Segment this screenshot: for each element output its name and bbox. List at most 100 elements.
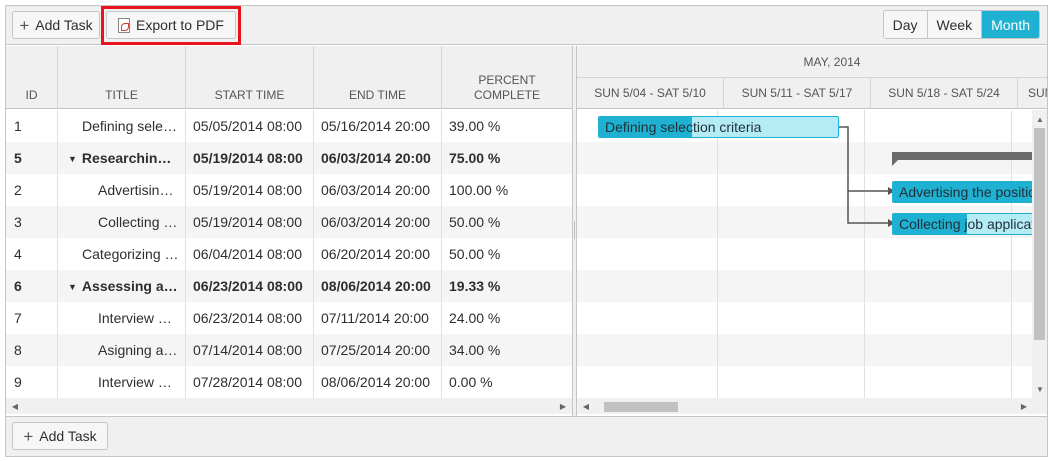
scroll-thumb[interactable] xyxy=(1034,128,1045,340)
task-grid: ID TITLE START TIME END TIME PERCENT COM… xyxy=(6,46,572,416)
grid-horizontal-scrollbar[interactable]: ◀ ▶ xyxy=(6,398,572,414)
scroll-up-arrow-icon[interactable]: ▲ xyxy=(1033,111,1047,127)
cell-title: Asigning a technical test xyxy=(58,334,186,366)
plus-icon: + xyxy=(23,426,34,446)
top-toolbar: + Add Task Export to PDF Day Week Month xyxy=(6,6,1047,45)
cell-title-text: Assessing applicants xyxy=(81,278,186,294)
scroll-thumb[interactable] xyxy=(604,402,678,412)
add-task-button[interactable]: + Add Task xyxy=(12,11,100,39)
summary-bar[interactable] xyxy=(892,152,1032,166)
cell-title: Advertising the position xyxy=(58,174,186,206)
cell-percent-complete: 100.00 % xyxy=(449,182,509,198)
view-week-button[interactable]: Week xyxy=(926,11,982,38)
cell-id: 8 xyxy=(6,334,58,366)
grid-body: 1 Defining selection criteria05/05/2014 0… xyxy=(6,110,572,398)
header-id[interactable]: ID xyxy=(6,46,58,109)
cell-title: ▼Researching talent pool xyxy=(58,142,186,174)
table-row[interactable]: 7 Interview with candidates06/23/2014 08:… xyxy=(6,302,572,334)
table-row[interactable]: 8 Asigning a technical test07/14/2014 08:… xyxy=(6,334,572,366)
week-header: SUN 5/11 - SAT 5/17 xyxy=(724,78,871,109)
cell-end-time: 07/11/2014 20:00 xyxy=(314,302,442,334)
view-month-button[interactable]: Month xyxy=(981,11,1039,38)
cell-end-time: 08/06/2014 20:00 xyxy=(314,270,442,302)
cell-end-time: 06/20/2014 20:00 xyxy=(314,238,442,270)
view-switcher: Day Week Month xyxy=(882,10,1040,39)
cell-title-text: Defining selection criteria xyxy=(82,118,185,134)
cell-id: 6 xyxy=(6,270,58,302)
view-day-button[interactable]: Day xyxy=(883,11,927,38)
cell-id: 3 xyxy=(6,206,58,238)
header-percent-complete[interactable]: PERCENT COMPLETE xyxy=(442,46,572,109)
scroll-right-arrow-icon[interactable]: ▶ xyxy=(1017,398,1031,414)
cell-percent-complete: 34.00 % xyxy=(449,342,501,358)
bottom-toolbar: + Add Task xyxy=(6,416,1047,456)
collapse-caret-icon[interactable]: ▼ xyxy=(68,143,77,174)
cell-percent-complete: 0.00 % xyxy=(449,374,493,390)
scroll-right-arrow-icon[interactable]: ▶ xyxy=(556,398,570,414)
cell-id: 5 xyxy=(6,142,58,174)
cell-title-text: Asigning a technical test xyxy=(98,342,186,358)
task-label: Defining selection criteria xyxy=(605,119,762,135)
table-row[interactable]: 4 Categorizing applications06/04/2014 08:… xyxy=(6,238,572,270)
cell-percent-complete: 50.00 % xyxy=(449,214,501,230)
add-task-label: Add Task xyxy=(39,428,97,444)
cell-id: 9 xyxy=(6,366,58,398)
cell-end-time: 06/03/2014 20:00 xyxy=(314,174,442,206)
timeline: MAY, 2014 SUN 5/04 - SAT 5/10 SUN 5/11 -… xyxy=(577,46,1047,416)
grid-header: ID TITLE START TIME END TIME PERCENT COM… xyxy=(6,46,572,109)
cell-title: Interview with manager xyxy=(58,366,186,398)
cell-title: Defining selection criteria xyxy=(58,110,186,142)
timeline-body: Defining selection criteria Advertising … xyxy=(577,110,1032,398)
table-row[interactable]: 3 Collecting job applications05/19/2014 0… xyxy=(6,206,572,238)
table-row[interactable]: 9 Interview with manager07/28/2014 08:00 0… xyxy=(6,366,572,398)
highlight-box xyxy=(101,6,241,45)
cell-end-time: 07/25/2014 20:00 xyxy=(314,334,442,366)
cell-title: Interview with candidates xyxy=(58,302,186,334)
task-label: Advertising the position xyxy=(899,184,1032,200)
cell-start-time: 06/23/2014 08:00 xyxy=(186,270,314,302)
header-title[interactable]: TITLE xyxy=(58,46,186,109)
cell-title: Categorizing applications xyxy=(58,238,186,270)
cell-title-text: Interview with manager xyxy=(98,374,185,390)
cell-title: ▼Assessing applicants xyxy=(58,270,186,302)
add-task-button-bottom[interactable]: + Add Task xyxy=(12,422,108,450)
cell-title-text: Researching talent pool xyxy=(81,150,186,166)
gantt-chart: + Add Task Export to PDF Day Week Month … xyxy=(5,5,1048,457)
cell-percent-complete: 75.00 % xyxy=(449,150,501,166)
plus-icon: + xyxy=(19,15,30,35)
collapse-caret-icon[interactable]: ▼ xyxy=(68,271,77,302)
scroll-down-arrow-icon[interactable]: ▼ xyxy=(1033,381,1047,397)
table-row[interactable]: 6▼Assessing applicants06/23/2014 08:0008… xyxy=(6,270,572,302)
week-header: SUN 5/18 - SAT 5/24 xyxy=(871,78,1018,109)
cell-percent-complete: 50.00 % xyxy=(449,246,501,262)
task-label: Collecting job applications xyxy=(899,216,1032,232)
cell-id: 2 xyxy=(6,174,58,206)
header-start-time[interactable]: START TIME xyxy=(186,46,314,109)
cell-start-time: 05/19/2014 08:00 xyxy=(186,206,314,238)
cell-id: 4 xyxy=(6,238,58,270)
task-bar[interactable]: Collecting job applications xyxy=(892,213,1032,235)
scroll-left-arrow-icon[interactable]: ◀ xyxy=(579,398,593,414)
cell-title-text: Collecting job applications xyxy=(98,214,185,230)
cell-start-time: 06/23/2014 08:00 xyxy=(186,302,314,334)
table-row[interactable]: 5▼Researching talent pool05/19/2014 08:0… xyxy=(6,142,572,174)
table-row[interactable]: 2 Advertising the position05/19/2014 08:0… xyxy=(6,174,572,206)
cell-percent-complete: 24.00 % xyxy=(449,310,501,326)
cell-id: 1 xyxy=(6,110,58,142)
table-row[interactable]: 1 Defining selection criteria05/05/2014 0… xyxy=(6,110,572,142)
cell-start-time: 05/19/2014 08:00 xyxy=(186,142,314,174)
week-header: SUN 5/25 - SAT 5/31 xyxy=(1028,86,1047,100)
scroll-left-arrow-icon[interactable]: ◀ xyxy=(8,398,22,414)
cell-end-time: 06/03/2014 20:00 xyxy=(314,142,442,174)
task-bar[interactable]: Defining selection criteria xyxy=(598,116,839,138)
cell-start-time: 07/28/2014 08:00 xyxy=(186,366,314,398)
cell-start-time: 06/04/2014 08:00 xyxy=(186,238,314,270)
timeline-vertical-scrollbar[interactable]: ▲ ▼ xyxy=(1032,110,1047,398)
cell-title: Collecting job applications xyxy=(58,206,186,238)
cell-percent-complete: 19.33 % xyxy=(449,278,501,294)
header-end-time[interactable]: END TIME xyxy=(314,46,442,109)
cell-start-time: 07/14/2014 08:00 xyxy=(186,334,314,366)
cell-percent-complete: 39.00 % xyxy=(449,118,501,134)
task-bar[interactable]: Advertising the position xyxy=(892,181,1032,203)
timeline-horizontal-scrollbar[interactable]: ◀ ▶ xyxy=(577,398,1047,414)
